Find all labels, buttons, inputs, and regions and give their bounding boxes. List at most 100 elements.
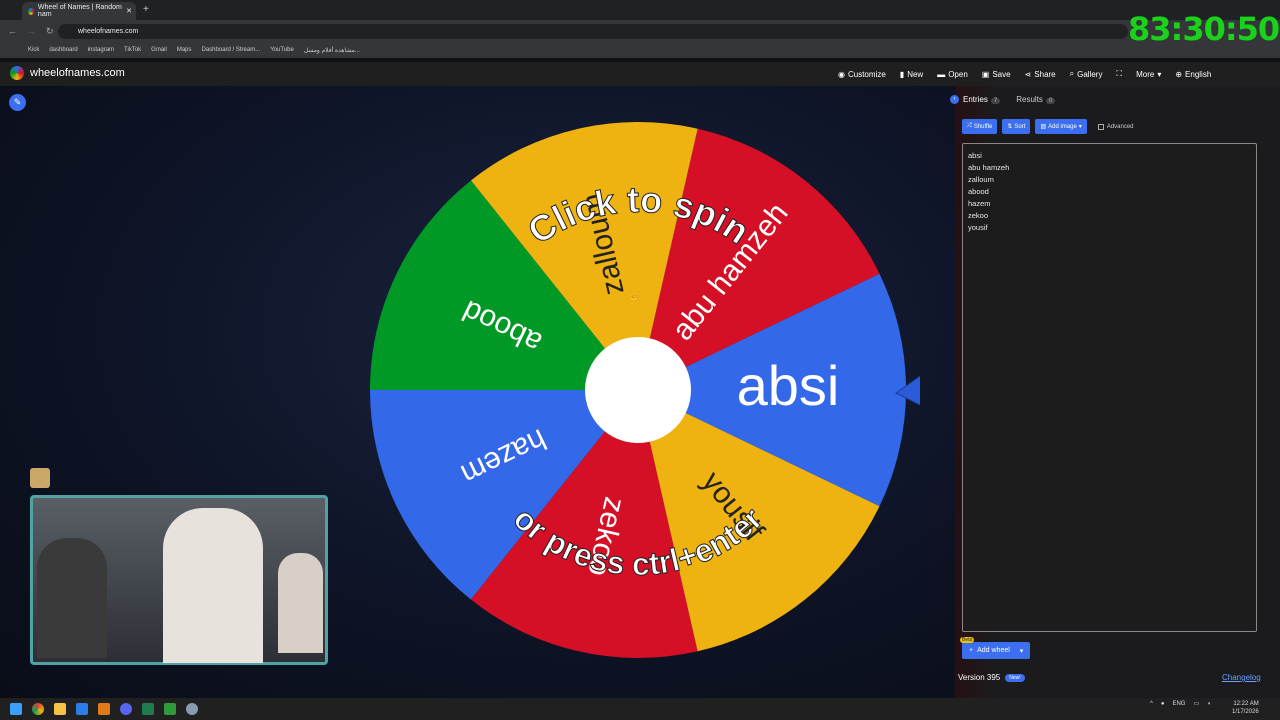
- discord-icon[interactable]: [120, 703, 132, 715]
- chevron-down-icon[interactable]: ▾: [1020, 647, 1024, 655]
- fullscreen-icon: ⛶: [1116, 69, 1123, 78]
- url-text: wheelofnames.com: [78, 28, 139, 35]
- settings-gear-icon[interactable]: [186, 703, 198, 715]
- open-button[interactable]: ▬ Open: [937, 70, 968, 79]
- gallery-button[interactable]: ⌕ Gallery: [1070, 69, 1103, 79]
- more-label: More: [1136, 69, 1155, 79]
- bookmark-arabic-movies[interactable]: مشاهدة أفلام ومسل...: [304, 47, 360, 54]
- tab-close-icon[interactable]: ✕: [126, 7, 132, 15]
- spin-wheel[interactable]: absiabu hamzehzalloumaboodhazemzekoo yous…: [360, 110, 920, 670]
- browser-tab-strip: [0, 0, 1280, 20]
- advanced-label: Advanced: [1106, 123, 1134, 130]
- more-button[interactable]: More ▾: [1136, 70, 1161, 79]
- sort-button[interactable]: ⇅ Sort: [1002, 119, 1031, 134]
- site-logo[interactable]: wheelofnames.com: [10, 66, 125, 80]
- bookmark-dashboard[interactable]: dashboard: [49, 47, 77, 53]
- windows-start-icon[interactable]: [10, 703, 22, 715]
- taskbar-clock[interactable]: 12:22 AM 1/17/2026: [1232, 700, 1259, 716]
- bookmark-gmail[interactable]: Gmail: [151, 47, 167, 53]
- app-icon[interactable]: [98, 703, 110, 715]
- app-menu: ◉ Customize ▮ New ▬ Open ▣ Save ⋖ Share ⌕ Gall…: [838, 62, 1211, 86]
- webcam-person-center: [163, 508, 263, 663]
- webcam-overlay: [30, 495, 328, 665]
- bookmark-instagram[interactable]: instagram: [88, 47, 114, 53]
- customize-label: Customize: [847, 69, 886, 79]
- chevron-down-icon: ▾: [1078, 124, 1082, 130]
- terminal-icon[interactable]: [142, 703, 154, 715]
- clock-date: 1/17/2026: [1232, 709, 1259, 715]
- checkbox-icon: [1097, 123, 1104, 130]
- language-button[interactable]: ⊕ English: [1175, 70, 1211, 79]
- beta-badge: Beta: [960, 637, 975, 643]
- entry-line: abood: [968, 187, 989, 196]
- clock-time: 12:22 AM: [1233, 701, 1259, 707]
- plus-icon: +: [969, 647, 974, 654]
- collapse-panel-icon[interactable]: ›: [950, 95, 959, 104]
- share-icon: ⋖: [1024, 69, 1032, 79]
- tab-favicon-icon: [28, 7, 34, 15]
- forward-icon[interactable]: →: [27, 26, 36, 36]
- add-image-label: Add image: [1048, 123, 1077, 130]
- entry-line: absi: [968, 151, 982, 160]
- reload-icon[interactable]: ↻: [46, 26, 54, 37]
- folder-icon: ▬: [937, 69, 946, 79]
- tray-chevron-icon[interactable]: ^: [1150, 701, 1153, 707]
- network-icon[interactable]: ▭: [1193, 700, 1199, 707]
- language-indicator[interactable]: ENG: [1172, 701, 1185, 707]
- share-label: Share: [1034, 69, 1056, 79]
- gallery-label: Gallery: [1077, 69, 1103, 79]
- bookmark-youtube[interactable]: YouTube: [270, 47, 294, 53]
- new-button[interactable]: ▮ New: [900, 70, 923, 79]
- shuffle-icon: ⤮: [967, 123, 972, 129]
- advanced-checkbox[interactable]: Advanced: [1097, 123, 1134, 130]
- new-tab-icon[interactable]: +: [143, 4, 149, 15]
- edit-pencil-icon[interactable]: ✎: [9, 94, 26, 111]
- webcam-person-right: [278, 553, 323, 653]
- chevron-down-icon: ▾: [1157, 69, 1162, 79]
- entry-line: yousif: [968, 223, 988, 232]
- add-wheel-button[interactable]: + Add wheel ▾: [962, 642, 1031, 659]
- wheel-center-hub[interactable]: [585, 337, 691, 443]
- results-count-badge: 0: [1045, 98, 1056, 104]
- open-label: Open: [948, 69, 968, 79]
- game-icon[interactable]: [164, 703, 176, 715]
- changelog-link[interactable]: Changelog: [1222, 673, 1261, 682]
- customize-button[interactable]: ◉ Customize: [838, 70, 886, 79]
- add-wheel-label: Add wheel: [977, 647, 1010, 654]
- save-button[interactable]: ▣ Save: [982, 70, 1011, 79]
- entries-count-badge: 7: [990, 98, 1001, 104]
- fullscreen-button[interactable]: ⛶: [1116, 69, 1122, 79]
- file-explorer-icon[interactable]: [54, 703, 66, 715]
- mouse-cursor-icon: ☝: [628, 291, 641, 302]
- add-image-button[interactable]: ▨ Add image ▾: [1035, 119, 1087, 134]
- entries-toolbar: ⤮ Shuffle ⇅ Sort ▨ Add image ▾ Advanced: [962, 119, 1134, 134]
- microphone-icon[interactable]: ●: [1161, 701, 1165, 707]
- shuffle-button[interactable]: ⤮ Shuffle: [962, 119, 998, 134]
- back-icon[interactable]: ←: [8, 26, 17, 36]
- browser-tab[interactable]: Wheel of Names | Random nam ✕: [22, 2, 136, 20]
- tab-results[interactable]: Results 0: [1016, 95, 1056, 104]
- webcam-person-left: [37, 538, 107, 658]
- save-label: Save: [992, 69, 1011, 79]
- bookmark-maps[interactable]: Maps: [177, 47, 192, 53]
- sort-icon: ⇅: [1007, 124, 1013, 130]
- entry-line: abu hamzeh: [968, 163, 1010, 172]
- tab-entries[interactable]: Entries 7: [963, 95, 1001, 104]
- store-icon[interactable]: [76, 703, 88, 715]
- bookmark-kick[interactable]: Kick: [28, 47, 39, 53]
- address-bar[interactable]: wheelofnames.com: [58, 24, 1128, 39]
- volume-icon[interactable]: ◖: [1207, 701, 1211, 707]
- stream-timer: 83:30:50: [1128, 10, 1280, 48]
- bookmark-tiktok[interactable]: TikTok: [124, 47, 141, 53]
- tab-results-label: Results: [1016, 95, 1043, 104]
- bookmark-stream-dashboard[interactable]: Dashboard / Stream...: [202, 47, 261, 53]
- image-icon: ▨: [1040, 124, 1047, 130]
- site-name: wheelofnames.com: [30, 67, 125, 79]
- entries-textarea[interactable]: absi abu hamzeh zalloum abood hazem zeko…: [962, 143, 1257, 632]
- share-button[interactable]: ⋖ Share: [1025, 70, 1056, 79]
- wheel-logo-icon: [10, 66, 24, 80]
- search-icon: ⌕: [1069, 69, 1075, 78]
- chrome-icon[interactable]: [32, 703, 44, 715]
- version-info: Version 395 New!: [958, 673, 1025, 682]
- system-tray: ^ ● ENG ▭ ◖: [1150, 700, 1211, 708]
